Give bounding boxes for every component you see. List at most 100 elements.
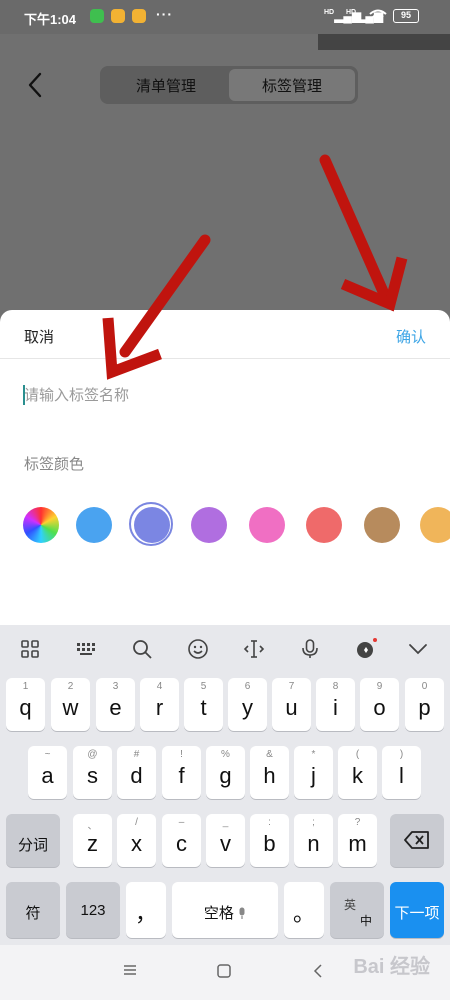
key-m[interactable]: ? m	[338, 814, 377, 867]
key-char: e	[109, 695, 122, 720]
key-r[interactable]: 4r	[140, 678, 179, 731]
collapse-keyboard-icon[interactable]	[406, 637, 430, 661]
key-char: l	[399, 763, 404, 788]
key-fenci[interactable]: 分词	[6, 814, 60, 867]
tab-list-management[interactable]: 清单管理	[103, 69, 229, 101]
key-p[interactable]: 0p	[405, 678, 444, 731]
key-v[interactable]: _ v	[206, 814, 245, 867]
key-char: d	[130, 763, 143, 788]
keyboard-layout-icon[interactable]	[74, 637, 98, 661]
key-o[interactable]: 9o	[360, 678, 399, 731]
key-char: j	[311, 763, 316, 788]
key-w[interactable]: 2w	[51, 678, 90, 731]
key-char: q	[19, 695, 32, 720]
key-period[interactable]: 。	[284, 882, 324, 938]
key-symbols[interactable]: 符	[6, 882, 60, 938]
menu-icon[interactable]	[122, 963, 138, 977]
key-char: 下一项	[394, 905, 440, 922]
key-i[interactable]: 8i	[316, 678, 355, 731]
key-char: u	[285, 695, 298, 720]
key-lang-switch[interactable]: 英 中	[330, 882, 384, 938]
lang-en: 英	[344, 898, 357, 912]
status-bar: 下午1:04 ··· HD▂▄▆ HD▂▄▆ 95	[0, 0, 450, 34]
back-icon[interactable]	[312, 963, 324, 979]
key-backspace[interactable]	[390, 814, 444, 867]
key-hint: 3	[112, 681, 119, 692]
key-b[interactable]: :b	[250, 814, 289, 867]
cancel-button[interactable]: 取消	[24, 326, 54, 347]
key-char: 。	[292, 901, 315, 926]
soft-keyboard: 1q 2w 3e 4r 5t 6y 7u 8i 9o 0p ~ a @ s # d !…	[0, 625, 450, 945]
key-char: ，	[134, 901, 157, 926]
key-c[interactable]: – c	[162, 814, 201, 867]
swatch-blue[interactable]	[76, 507, 112, 543]
next-field-button[interactable]: 下一项	[390, 882, 444, 938]
key-hint: :	[268, 817, 271, 828]
home-icon[interactable]	[216, 963, 232, 979]
key-char: 123	[80, 902, 106, 919]
key-char: 空格	[172, 902, 278, 923]
key-s[interactable]: @ s	[73, 746, 112, 799]
key-char: s	[87, 763, 98, 788]
key-f[interactable]: ! f	[162, 746, 201, 799]
back-arrow-icon[interactable]	[24, 70, 46, 100]
key-hint: –	[178, 817, 185, 828]
key-char: h	[263, 763, 276, 788]
key-hint: #	[133, 749, 140, 760]
swatch-purple[interactable]	[191, 507, 227, 543]
wifi-icon	[369, 9, 387, 23]
chat-icon	[111, 9, 125, 23]
key-space[interactable]: 空格	[172, 882, 278, 938]
swatch-rainbow[interactable]	[23, 507, 59, 543]
key-y[interactable]: 6y	[228, 678, 267, 731]
swatch-pink[interactable]	[249, 507, 285, 543]
key-hint: 6	[244, 681, 251, 692]
microphone-icon[interactable]	[298, 637, 322, 661]
backspace-icon	[404, 831, 429, 849]
swatch-indigo[interactable]	[129, 502, 173, 546]
cursor-move-icon[interactable]	[242, 637, 266, 661]
key-x[interactable]: / x	[117, 814, 156, 867]
skin-icon[interactable]	[354, 637, 378, 661]
key-hint: 1	[22, 681, 29, 692]
key-char: f	[178, 763, 185, 788]
apps-grid-icon[interactable]	[18, 637, 42, 661]
text-cursor	[23, 385, 25, 405]
key-u[interactable]: 7u	[272, 678, 311, 731]
key-comma[interactable]: ，	[126, 882, 166, 938]
key-l[interactable]: ) l	[382, 746, 421, 799]
swatch-red[interactable]	[306, 507, 342, 543]
key-hint: 8	[332, 681, 339, 692]
key-char: m	[348, 831, 367, 856]
tab-tag-management[interactable]: 标签管理	[229, 69, 355, 101]
key-hint: 2	[67, 681, 74, 692]
key-char: x	[131, 831, 142, 856]
watermark-text: Bai 经验	[353, 956, 430, 978]
key-z[interactable]: 、 z	[73, 814, 112, 867]
key-k[interactable]: (k	[338, 746, 377, 799]
key-j[interactable]: * j	[294, 746, 333, 799]
key-d[interactable]: # d	[117, 746, 156, 799]
key-h[interactable]: & h	[250, 746, 289, 799]
key-hint: 、	[87, 821, 98, 832]
tag-name-input[interactable]	[24, 382, 424, 408]
key-hint: @	[87, 749, 98, 760]
confirm-button[interactable]: 确认	[396, 326, 426, 347]
key-hint: ?	[354, 817, 361, 828]
sheet-divider	[0, 358, 450, 359]
key-a[interactable]: ~ a	[28, 746, 67, 799]
key-char: n	[307, 831, 320, 856]
search-icon[interactable]	[130, 637, 154, 661]
key-e[interactable]: 3e	[96, 678, 135, 731]
key-t[interactable]: 5t	[184, 678, 223, 731]
key-q[interactable]: 1q	[6, 678, 45, 731]
background-strip	[318, 34, 450, 50]
swatch-brown[interactable]	[364, 507, 400, 543]
key-n[interactable]: ; n	[294, 814, 333, 867]
space-label: 空格	[203, 905, 234, 922]
emoji-icon[interactable]	[186, 637, 210, 661]
key-g[interactable]: % g	[206, 746, 245, 799]
swatch-orange[interactable]	[420, 507, 450, 543]
key-numbers[interactable]: 123	[66, 882, 120, 938]
signal-label: HD	[324, 9, 335, 16]
